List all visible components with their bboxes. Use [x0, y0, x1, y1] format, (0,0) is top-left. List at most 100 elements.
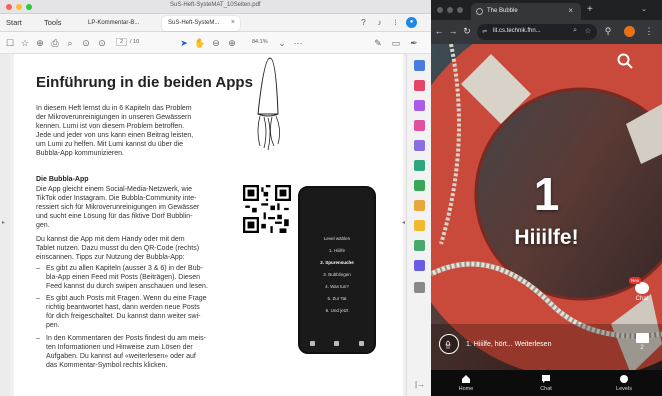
bookmark-star-icon[interactable]: ☆ — [19, 37, 31, 49]
new-tab-icon[interactable]: + — [587, 4, 593, 15]
phone-menu-item: 2. Spurensuche — [320, 260, 354, 265]
chat-label: Chat — [635, 296, 649, 302]
page-heading: Einführung in die beiden Apps — [36, 74, 253, 91]
hand-tool-icon[interactable]: ✋ — [194, 37, 206, 49]
maximize-window-button[interactable] — [26, 4, 32, 10]
export-pdf-icon[interactable] — [414, 80, 425, 91]
phone-nav — [300, 341, 374, 346]
help-icon[interactable]: ? — [358, 17, 369, 28]
close-window-button[interactable] — [437, 7, 443, 13]
more-icon[interactable]: ⋯ — [292, 37, 304, 49]
account-icon[interactable]: ● — [406, 17, 417, 28]
close-tab-icon[interactable]: × — [231, 19, 235, 26]
phone-menu-item: 6. Und jetzt — [325, 308, 349, 313]
collapse-icon[interactable]: |→ — [415, 380, 425, 389]
create-icon[interactable]: ☐ — [4, 37, 16, 49]
phone-menu-header: Level wählen — [323, 236, 351, 241]
menu-start[interactable]: Start — [6, 18, 22, 27]
phone-menu-item: 1. Hiiilfe — [328, 248, 345, 253]
nav-home[interactable]: Home — [441, 373, 491, 392]
browser-menu-icon[interactable]: ⋮ — [643, 26, 655, 37]
reload-icon[interactable]: ↻ — [461, 26, 473, 37]
text-line: bla-App einen Feed mit Posts (Beiträgen)… — [46, 274, 201, 281]
more-tools-icon[interactable] — [414, 282, 425, 293]
zoom-in-icon[interactable]: ⊕ — [226, 37, 238, 49]
text-line: um Lumi zu helfen. Mit Lumi kannst du üb… — [36, 141, 184, 148]
maximize-window-button[interactable] — [457, 7, 463, 13]
text-line: richtig beantwortet hast, dann werden ne… — [46, 304, 200, 311]
fill-sign-icon[interactable] — [414, 260, 425, 271]
text-line: der Mikroverunreinigungen in unseren Gew… — [36, 114, 192, 121]
sign-icon[interactable]: ✒ — [408, 37, 420, 49]
bell-icon[interactable]: ♪ — [374, 17, 385, 28]
tab-search-icon[interactable]: ⌄ — [641, 5, 647, 13]
feed-search-icon[interactable] — [617, 53, 633, 69]
lumi-avatar[interactable] — [439, 334, 459, 354]
zoom-dropdown-icon[interactable]: ⌄ — [276, 37, 288, 49]
tab-sus-heft[interactable]: SuS-Heft-SysteM... × — [162, 16, 240, 31]
site-info-icon[interactable]: ⇌ — [482, 28, 487, 35]
apps-grid-icon[interactable]: ⁝ — [390, 17, 401, 28]
text-line: ressiert sich für Mikroverunreinigungen … — [36, 204, 200, 211]
back-icon[interactable]: ← — [433, 26, 445, 36]
phone-mockup: Level wählen 1. Hiiilfe 2. Spurensuche 3… — [298, 186, 376, 354]
print-tool-icon[interactable] — [414, 240, 425, 251]
intro-paragraph: In diesem Heft lernst du in 6 Kapiteln d… — [36, 104, 193, 158]
bullet-item: Es gibt zu allen Kapiteln (ausser 3 & 6)… — [36, 264, 208, 291]
page-up-icon[interactable]: ⊙ — [80, 37, 92, 49]
close-tab-icon[interactable]: × — [568, 6, 573, 15]
text-line: Du kannst die App mit dem Handy oder mit… — [36, 236, 185, 243]
chat-button[interactable]: Chat — [630, 282, 654, 302]
protect-icon[interactable] — [414, 220, 425, 231]
comment-icon[interactable]: ▭ — [390, 37, 402, 49]
expand-left-panel-icon[interactable]: ▸ — [2, 219, 5, 226]
nav-label: Levels — [616, 386, 632, 392]
close-window-button[interactable] — [6, 4, 12, 10]
pdf-window-title: SuS-Heft-SysteMAT_10Seiten.pdf — [170, 2, 261, 8]
browser-tab-the-bubble[interactable]: The Bubble × — [471, 3, 581, 20]
extensions-icon[interactable]: ⚲ — [602, 26, 614, 37]
page-down-icon[interactable]: ⊙ — [96, 37, 108, 49]
zoom-level[interactable]: 84.1% — [252, 39, 268, 45]
comments-button[interactable]: 2 — [630, 333, 654, 351]
browser-toolbar: ← → ↻ ⇌ lit.cs.technik.fhn... ⌕ ☆ ⚲ ⋮ — [431, 20, 662, 44]
address-bar[interactable]: ⇌ lit.cs.technik.fhn... ⌕ ☆ — [477, 24, 597, 40]
post-title: Hiiilfe! — [514, 226, 579, 249]
scan-icon[interactable] — [414, 200, 425, 211]
phone-menu-item: 3. Bubblingen — [323, 272, 351, 277]
search-icon[interactable]: ⌕ — [64, 37, 76, 49]
comment-tool-icon[interactable] — [414, 140, 425, 151]
edit-pdf-icon[interactable] — [414, 100, 425, 111]
comment-count: 2 — [640, 345, 644, 351]
share-icon[interactable]: ⊕ — [34, 37, 46, 49]
combine-files-icon[interactable] — [414, 160, 425, 171]
page-number-input[interactable]: 2 — [116, 38, 128, 46]
forward-icon[interactable]: → — [447, 26, 459, 36]
minimize-window-button[interactable] — [16, 4, 22, 10]
zoom-out-icon[interactable]: ⊖ — [210, 37, 222, 49]
text-line: Tablet nutzen. Dazu musst du den QR-Code… — [36, 245, 200, 252]
tab-lp-kommentar[interactable]: LP-Kommentar-B... — [82, 16, 160, 31]
nav-chat[interactable]: Chat — [521, 373, 571, 392]
create-pdf-icon[interactable] — [414, 120, 425, 131]
comment-icon — [635, 333, 649, 343]
profile-avatar[interactable] — [624, 26, 635, 37]
post-caption[interactable]: 1. Hiiilfe, hört... Weiterlesen — [466, 341, 551, 348]
print-icon[interactable]: ⎙ — [49, 37, 61, 49]
select-cursor-icon[interactable]: ➤ — [178, 37, 190, 49]
minimize-window-button[interactable] — [447, 7, 453, 13]
left-panel-strip: ▸ — [0, 54, 10, 396]
edit-pen-icon[interactable]: ✎ — [372, 37, 384, 49]
search-tool-icon[interactable] — [414, 60, 425, 71]
organize-pages-icon[interactable] — [414, 180, 425, 191]
text-line: ten Informationen und Hinweise zum Lösen… — [46, 344, 193, 351]
zoom-search-icon[interactable]: ⌕ — [573, 27, 577, 35]
menu-tools[interactable]: Tools — [44, 18, 62, 27]
nav-levels[interactable]: Levels — [599, 373, 649, 392]
usage-paragraph: Du kannst die App mit dem Handy oder mit… — [36, 235, 199, 262]
text-line: In den Kommentaren der Posts findest du … — [46, 335, 206, 342]
collapse-right-panel-icon[interactable]: ◂ — [402, 219, 405, 226]
bookmark-star-icon[interactable]: ☆ — [585, 27, 591, 35]
text-line: und sucht eine Lösung für das fiktive Do… — [36, 213, 193, 220]
text-line: Die App gleicht einem Social-Media-Netzw… — [36, 186, 193, 193]
